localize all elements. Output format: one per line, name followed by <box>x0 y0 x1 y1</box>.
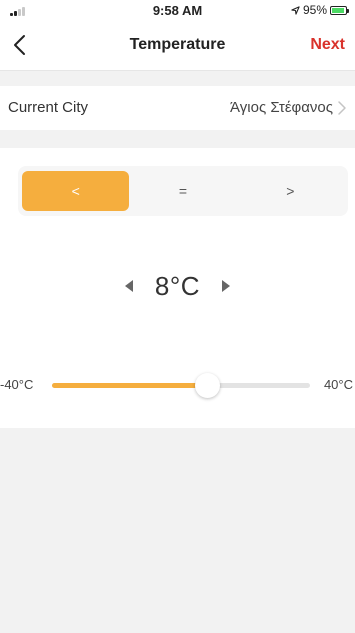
comparison-equal[interactable]: = <box>129 171 236 211</box>
temperature-slider-row: -40°C 40°C <box>0 370 355 400</box>
temperature-card: < = > 8°C -40°C 40°C <box>0 148 355 428</box>
temperature-slider-track[interactable] <box>52 373 310 398</box>
comparison-greater-than[interactable]: > <box>237 171 344 211</box>
chevron-right-icon <box>338 101 346 115</box>
battery-level <box>332 7 345 13</box>
increase-triangle-icon[interactable] <box>222 280 231 292</box>
slider-max-label: 40°C <box>323 377 353 392</box>
comparison-selector: < = > <box>18 166 348 216</box>
status-right: 95% <box>291 3 349 17</box>
temperature-stepper: 8°C <box>0 266 355 306</box>
decrease-triangle-icon[interactable] <box>124 280 133 292</box>
current-city-row[interactable]: Current City Άγιος Στέφανος <box>0 86 355 130</box>
next-button[interactable]: Next <box>310 36 345 54</box>
battery-percent: 95% <box>302 3 327 17</box>
current-city-value: Άγιος Στέφανος <box>230 99 333 116</box>
temperature-value: 8°C <box>154 270 201 301</box>
battery-charging-icon <box>330 5 349 15</box>
slider-min-label: -40°C <box>0 377 34 392</box>
current-city-label: Current City <box>8 99 89 116</box>
temperature-slider-thumb[interactable] <box>194 373 220 398</box>
page-title: Temperature <box>129 36 226 53</box>
comparison-less-than[interactable]: < <box>22 171 130 211</box>
status-bar: 9:58 AM 95% <box>0 0 355 22</box>
location-arrow-icon <box>291 5 300 15</box>
temperature-slider-fill <box>52 383 207 388</box>
nav-bar: Temperature Next <box>0 22 355 71</box>
